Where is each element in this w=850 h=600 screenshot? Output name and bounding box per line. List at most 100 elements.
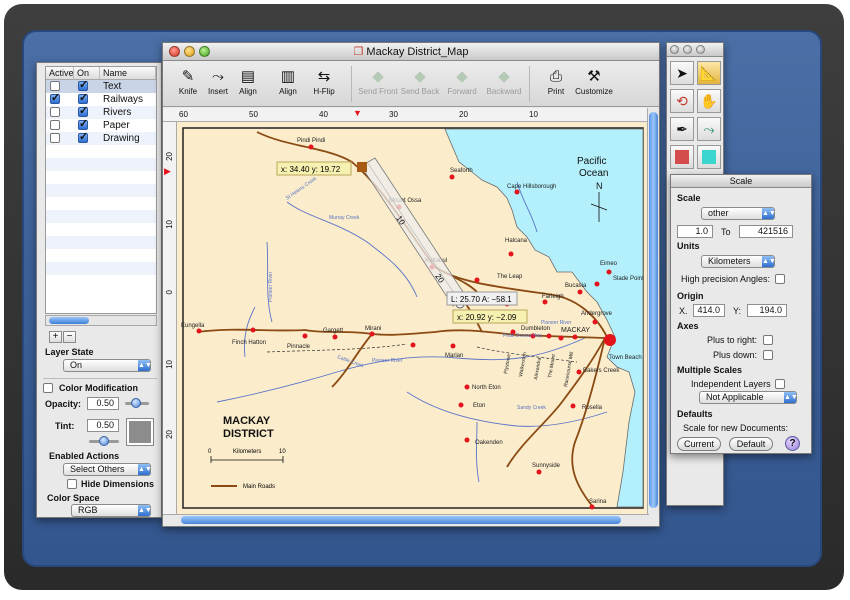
fill-color-icon[interactable] — [670, 145, 694, 169]
arrow-tool-icon[interactable]: ➤ — [670, 61, 694, 85]
tint-field[interactable]: 0.50 — [87, 419, 119, 432]
toolbar-align-button[interactable]: ▤ Align — [227, 67, 269, 96]
column-active[interactable]: Active — [46, 67, 74, 79]
minimize-button[interactable] — [184, 46, 195, 57]
zoom-button[interactable] — [199, 46, 210, 57]
layer-visible-checkbox[interactable] — [78, 105, 88, 118]
origin-x-field[interactable]: 414.0 — [693, 304, 725, 317]
origin-y-field[interactable]: 194.0 — [747, 304, 787, 317]
scroll-thumb[interactable] — [181, 516, 621, 524]
layer-row[interactable]: Railways — [46, 92, 156, 106]
layer-visible-checkbox[interactable] — [78, 92, 88, 105]
tint-slider[interactable] — [89, 436, 119, 446]
toolbar-print-button[interactable]: ⎙ Print — [535, 67, 577, 96]
origin-label: Origin — [677, 291, 704, 301]
independent-layers-checkbox[interactable] — [775, 379, 785, 389]
toolbar-send-front-button[interactable]: ◆ Send Front — [357, 67, 399, 96]
tools-titlebar[interactable] — [667, 43, 723, 57]
layer-visible-checkbox[interactable] — [78, 79, 88, 92]
map-drawing[interactable]: Pindi Pindi Seaforth Cape Hillsborough M… — [177, 122, 649, 514]
map-vertical-scrollbar[interactable] — [647, 108, 659, 514]
layer-visible-checkbox[interactable] — [78, 118, 88, 131]
units-select[interactable]: Kilometers ▲▼ — [701, 255, 776, 268]
map-place-label: Rosella — [582, 405, 603, 411]
layer-row[interactable]: Drawing — [46, 131, 156, 145]
origin-x-label: X. — [679, 306, 688, 316]
toolbar: ✎ Knife ⤳ Insert ▤ Align ▥ Align ⇆ H-Flip ◆ Send Fr… — [163, 61, 659, 107]
toolbar-label: Forward — [447, 87, 477, 96]
measuring-tool[interactable]: 10 20 — [357, 157, 468, 309]
rotate-tool-icon[interactable]: ⟲ — [670, 89, 694, 113]
toolbar-backward-button[interactable]: ◆ Backward — [483, 67, 525, 96]
layer-row[interactable]: Paper — [46, 118, 156, 132]
scale-titlebar[interactable]: Scale — [671, 175, 811, 188]
default-button[interactable]: Default — [729, 437, 773, 451]
map-place-label: Eungella — [181, 323, 205, 329]
map-horizontal-scrollbar[interactable] — [163, 514, 649, 526]
layer-active-checkbox[interactable] — [50, 107, 60, 117]
forward-icon: ◆ — [456, 68, 468, 85]
layer-active-checkbox[interactable] — [50, 92, 60, 105]
toolbar-label: Backward — [486, 87, 522, 96]
column-name[interactable]: Name — [100, 67, 156, 79]
high-precision-checkbox[interactable] — [775, 274, 785, 284]
add-layer-button[interactable]: + — [49, 331, 62, 343]
layer-row-empty — [46, 197, 156, 210]
scale-to-field[interactable]: 421516 — [739, 225, 793, 238]
popup-arrows-icon: ▲▼ — [762, 256, 776, 267]
layers-table: Active On Name Text Railways Rivers Paper Dr… — [45, 66, 157, 314]
toolbar-send-back-button[interactable]: ◆ Send Back — [399, 67, 441, 96]
plus-right-checkbox[interactable] — [763, 335, 773, 345]
color-modification-label: Color Modification — [59, 383, 138, 393]
map-title-line2: DISTRICT — [223, 428, 274, 440]
layer-active-checkbox[interactable] — [50, 81, 60, 91]
current-button[interactable]: Current — [677, 437, 721, 451]
insert-tool-icon[interactable]: ⤳ — [697, 117, 721, 141]
layers-scrollbar[interactable] — [45, 315, 157, 326]
slider-knob[interactable] — [99, 436, 109, 446]
remove-layer-button[interactable]: − — [63, 331, 76, 343]
plus-down-checkbox[interactable] — [763, 350, 773, 360]
hide-dimensions-label: Hide Dimensions — [81, 479, 155, 489]
ruler-tick-label: 20 — [459, 110, 468, 119]
hide-dimensions-checkbox[interactable] — [67, 479, 77, 489]
layer-visible-checkbox[interactable] — [78, 131, 88, 144]
independent-layers-select[interactable]: Not Applicable ▲▼ — [699, 391, 798, 404]
layer-state-select[interactable]: On ▲▼ — [63, 359, 152, 372]
pen-tool-icon[interactable]: ✒ — [670, 117, 694, 141]
map-place-label: Pioneer River — [268, 271, 274, 302]
opacity-field[interactable]: 0.50 — [87, 397, 119, 410]
toolbar-customize-button[interactable]: ⚒ Customize — [573, 67, 615, 96]
help-button[interactable]: ? — [785, 436, 800, 451]
map-window-titlebar[interactable]: ❐ Mackay District_Map — [163, 43, 659, 61]
scale-select[interactable]: other ▲▼ — [701, 207, 776, 220]
scale-from-field[interactable]: 1.0 — [677, 225, 713, 238]
measure-tool-icon[interactable]: 📐 — [697, 61, 721, 85]
toolbar-forward-button[interactable]: ◆ Forward — [441, 67, 483, 96]
opacity-slider[interactable] — [125, 398, 149, 408]
column-on[interactable]: On — [74, 67, 100, 79]
color-space-select[interactable]: RGB ▲▼ — [71, 504, 152, 517]
toolbar-h-flip-button[interactable]: ⇆ H-Flip — [303, 67, 345, 96]
color-modification-checkbox[interactable] — [43, 383, 53, 393]
map-place-label: Plystowe — [503, 353, 512, 374]
map-place-label: Dumbleton — [521, 326, 550, 332]
stroke-color-icon[interactable] — [697, 145, 721, 169]
layer-row[interactable]: Text — [46, 79, 156, 93]
map-place-label: MACKAY — [561, 327, 590, 334]
map-place-label: Halcana — [505, 238, 528, 244]
layer-active-checkbox[interactable] — [50, 120, 60, 130]
close-button[interactable] — [169, 46, 180, 57]
slider-knob[interactable] — [131, 398, 141, 408]
scroll-thumb[interactable] — [49, 317, 89, 324]
minimize-button[interactable] — [683, 45, 692, 54]
zoom-button[interactable] — [696, 45, 705, 54]
tint-color-swatch[interactable] — [126, 418, 154, 446]
map-canvas[interactable]: Pindi Pindi Seaforth Cape Hillsborough M… — [177, 122, 649, 514]
close-button[interactable] — [670, 45, 679, 54]
hand-tool-icon[interactable]: ✋ — [697, 89, 721, 113]
scroll-thumb[interactable] — [649, 112, 658, 508]
layer-row[interactable]: Rivers — [46, 105, 156, 119]
enabled-actions-select[interactable]: Select Others ▲▼ — [63, 463, 152, 476]
layer-active-checkbox[interactable] — [50, 133, 60, 143]
